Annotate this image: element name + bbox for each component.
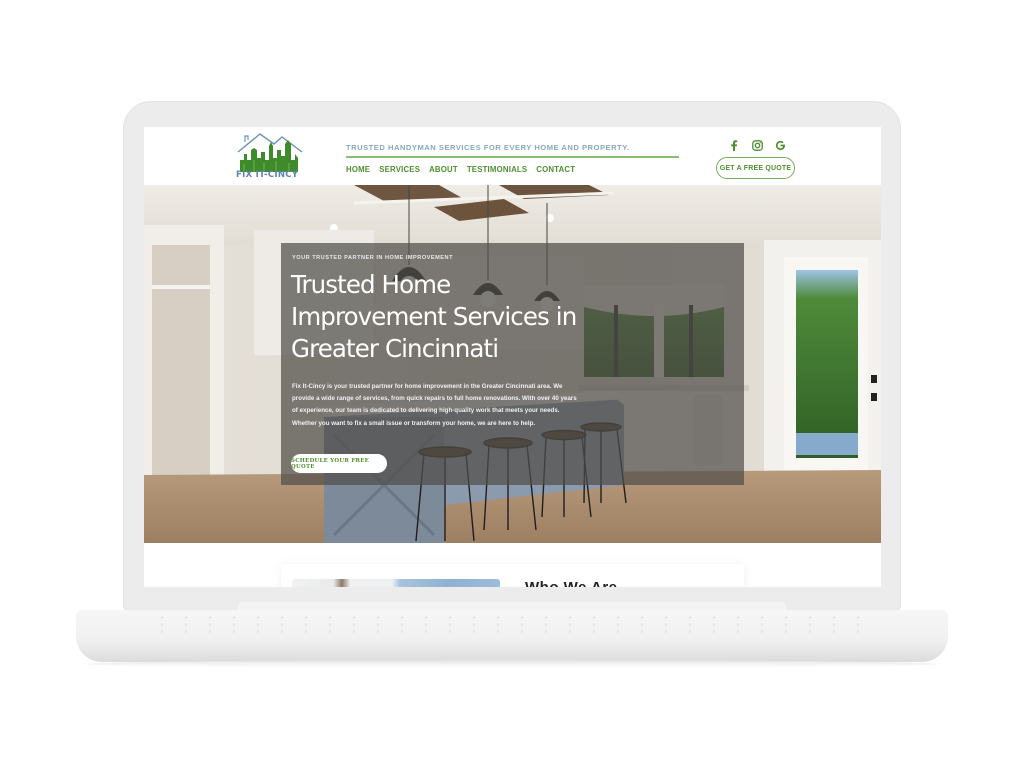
laptop-keyboard bbox=[150, 614, 875, 636]
about-heading: Who We Are bbox=[525, 578, 618, 587]
nav-home[interactable]: HOME bbox=[346, 165, 370, 174]
site-tagline: TRUSTED HANDYMAN SERVICES FOR EVERY HOME… bbox=[346, 143, 630, 152]
schedule-free-quote-button[interactable]: SCHEDULE YOUR FREE QUOTE bbox=[291, 454, 387, 473]
nav-about[interactable]: ABOUT bbox=[429, 165, 458, 174]
hero-eyebrow: YOUR TRUSTED PARTNER IN HOME IMPROVEMENT bbox=[292, 255, 453, 261]
laptop-screen: FIX IT-CINCY TRUSTED HANDYMAN SERVICES F… bbox=[144, 127, 881, 587]
hero-section: YOUR TRUSTED PARTNER IN HOME IMPROVEMENT… bbox=[144, 185, 881, 543]
main-nav: HOME SERVICES ABOUT TESTIMONIALS CONTACT bbox=[346, 165, 575, 174]
instagram-icon[interactable] bbox=[751, 139, 763, 151]
about-image bbox=[292, 579, 500, 587]
social-links bbox=[728, 139, 786, 151]
facebook-icon[interactable] bbox=[728, 139, 740, 151]
hero-description: Fix It-Cincy is your trusted partner for… bbox=[292, 383, 577, 427]
google-icon[interactable] bbox=[774, 139, 786, 151]
get-free-quote-button[interactable]: GET A FREE QUOTE bbox=[716, 157, 795, 179]
nav-contact[interactable]: CONTACT bbox=[536, 165, 575, 174]
nav-testimonials[interactable]: TESTIMONIALS bbox=[467, 165, 527, 174]
laptop-shadow bbox=[86, 660, 938, 668]
logo-text: FIX IT-CINCY bbox=[236, 170, 299, 180]
tagline-divider bbox=[346, 156, 679, 158]
site-header: FIX IT-CINCY TRUSTED HANDYMAN SERVICES F… bbox=[144, 127, 881, 185]
hero-title: Trusted Home Improvement Services in Gre… bbox=[291, 270, 577, 363]
nav-services[interactable]: SERVICES bbox=[379, 165, 420, 174]
